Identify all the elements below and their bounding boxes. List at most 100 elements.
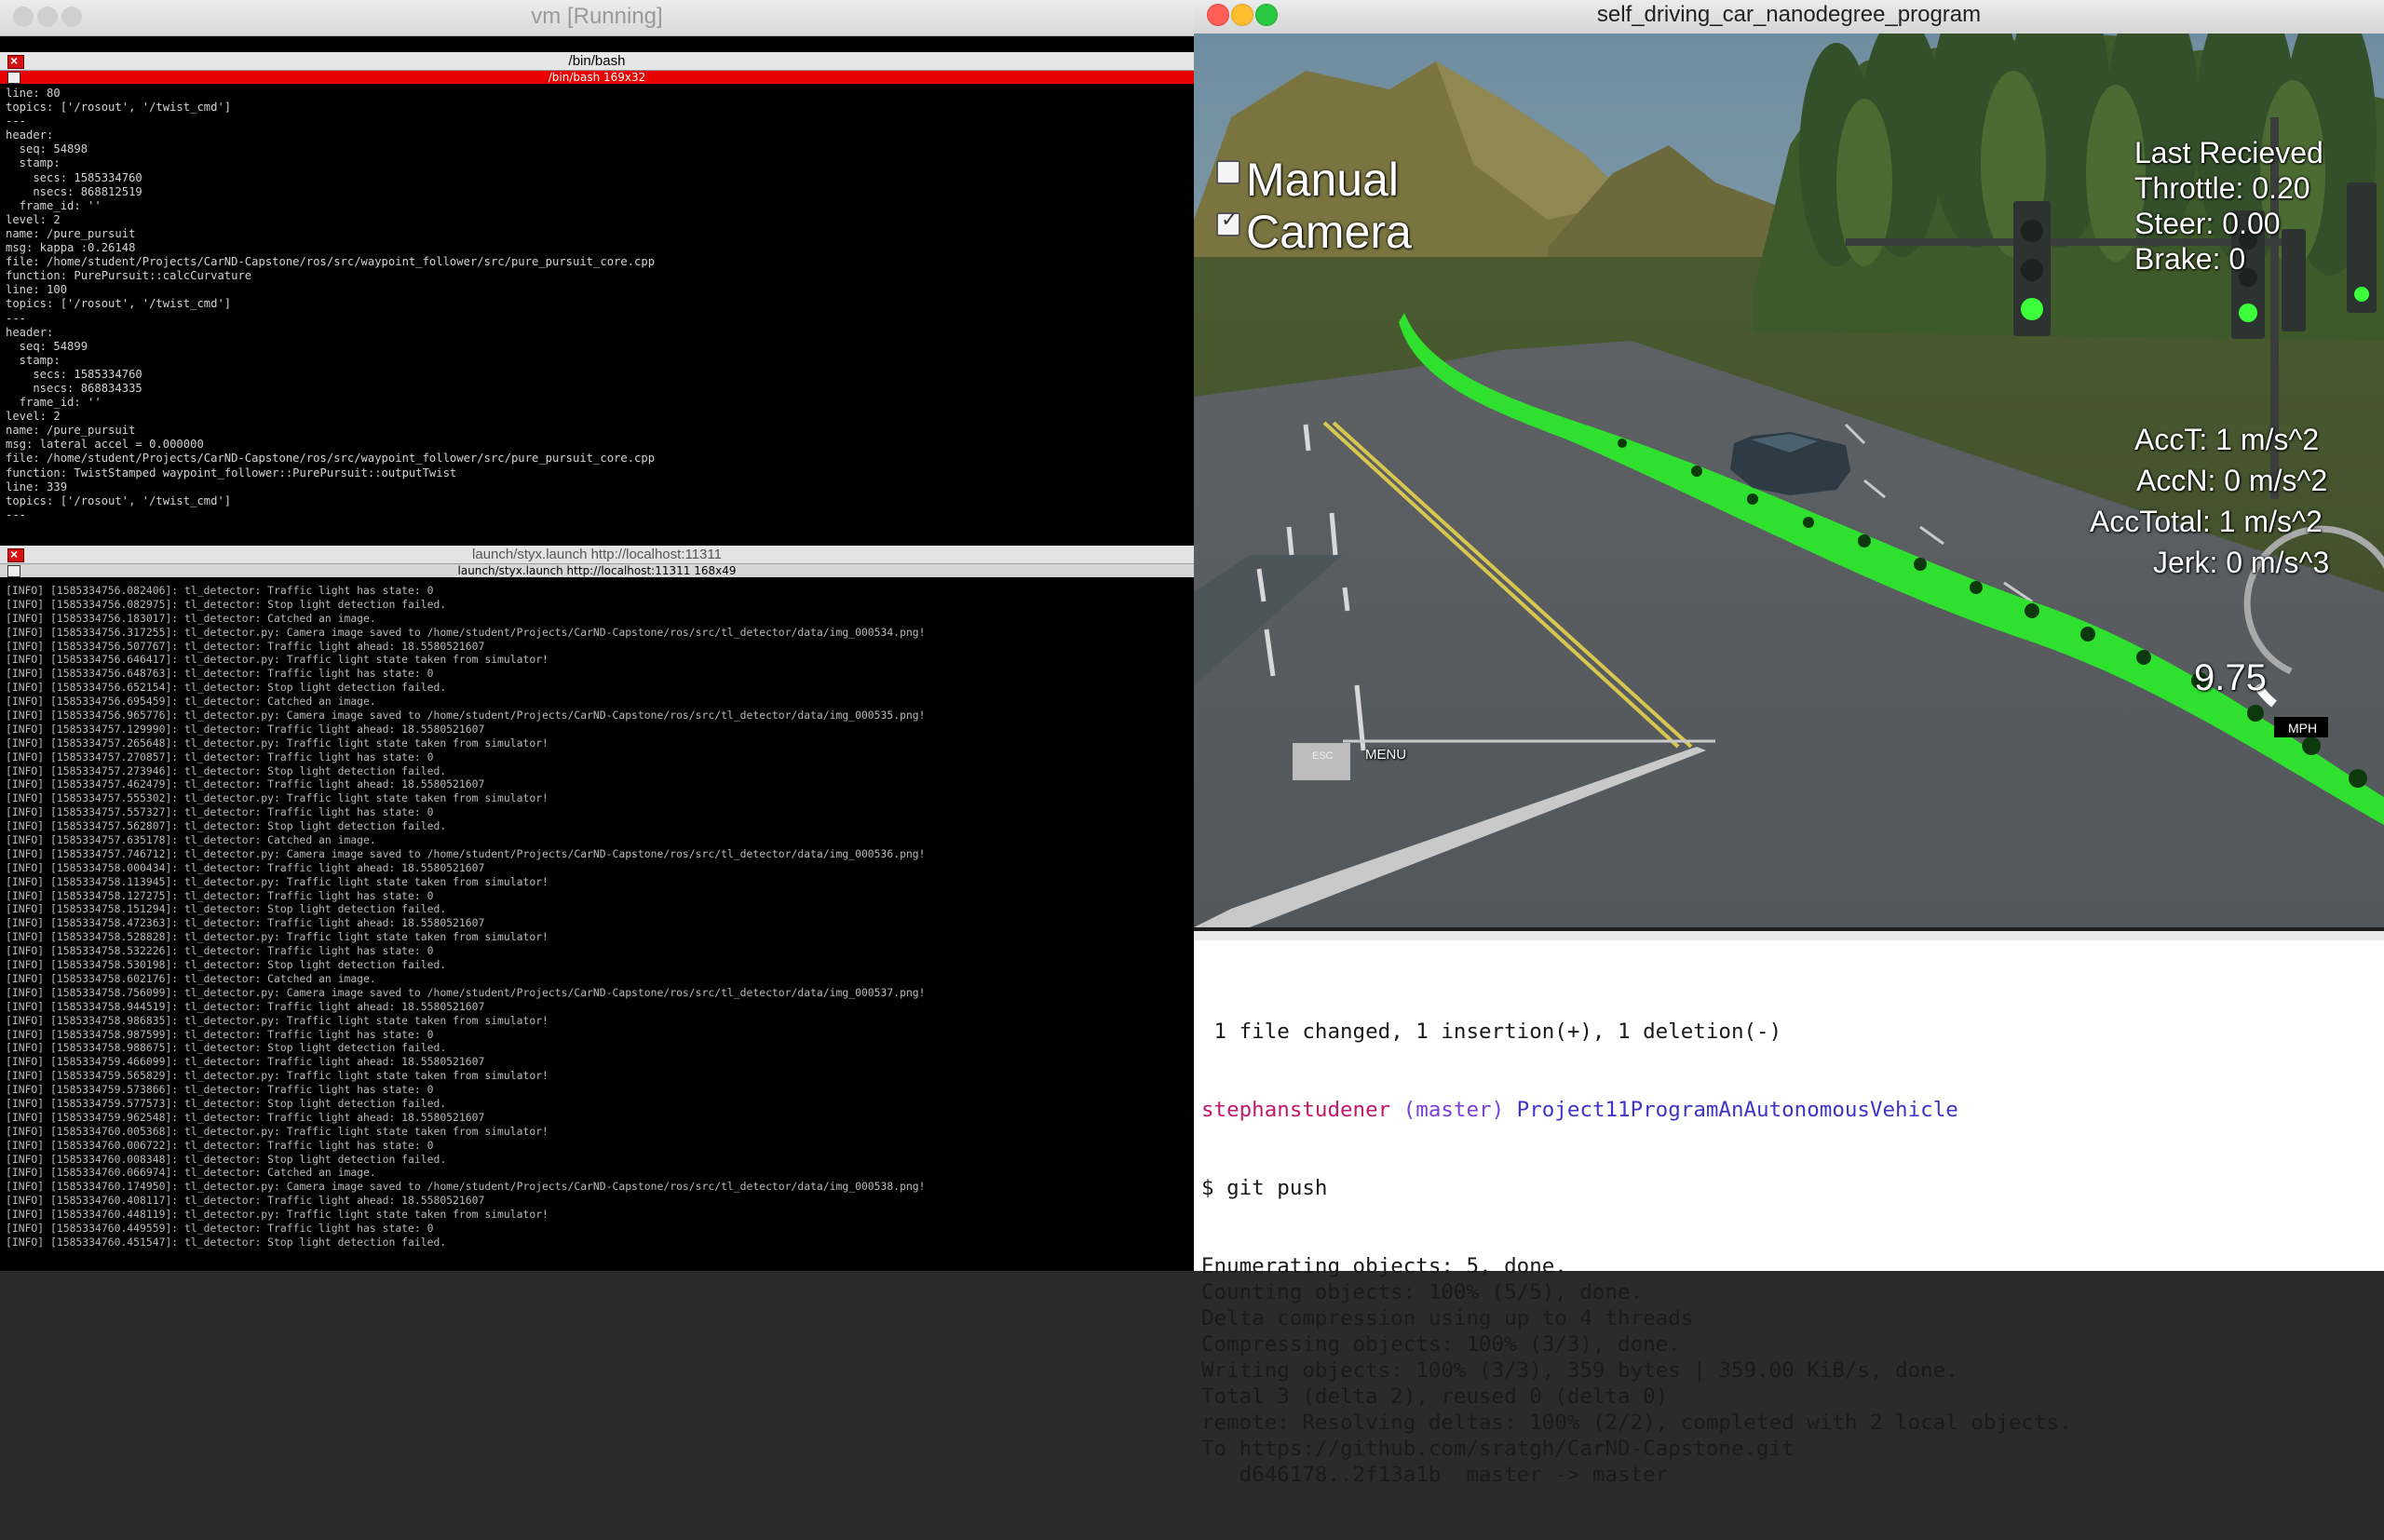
log-line: [INFO] [1585334760.008348]: tl_detector:… bbox=[6, 1152, 447, 1166]
bash-output-line: file: /home/student/Projects/CarND-Capst… bbox=[6, 452, 656, 466]
traffic-light-3 bbox=[2282, 229, 2306, 331]
styx-terminal-subtitle-bar: launch/styx.launch http://localhost:1131… bbox=[0, 564, 1194, 577]
esc-label: ESC bbox=[1312, 750, 1334, 762]
bash-terminal-output[interactable]: line: 80 topics: ['/rosout', '/twist_cmd'… bbox=[0, 87, 1194, 520]
log-line: [INFO] [1585334756.965776]: tl_detector.… bbox=[6, 709, 926, 723]
bash-terminal-close-icon[interactable] bbox=[7, 52, 24, 70]
styx-terminal-titlebar[interactable]: launch/styx.launch http://localhost:1131… bbox=[0, 546, 1194, 564]
bash-terminal-title: /bin/bash bbox=[568, 53, 626, 69]
bash-output-line: stamp: bbox=[6, 156, 61, 170]
commit-summary: 1 file changed, 1 insertion(+), 1 deleti… bbox=[1201, 1020, 1782, 1044]
simulator-window: self_driving_car_nanodegree_program Manu… bbox=[1194, 0, 2384, 931]
log-line: [INFO] [1585334756.082975]: tl_detector:… bbox=[6, 597, 447, 611]
git-output-line: d646178..2f13a1b master -> master bbox=[1201, 1463, 1669, 1487]
prompt-dir: Project11ProgramAnAutonomousVehicle bbox=[1516, 1098, 1958, 1122]
git-output-line: Delta compression using up to 4 threads bbox=[1201, 1306, 1694, 1331]
terminal-gap bbox=[0, 520, 1194, 547]
log-line: [INFO] [1585334756.507767]: tl_detector:… bbox=[6, 639, 485, 653]
log-line: [INFO] [1585334758.986835]: tl_detector.… bbox=[6, 1013, 549, 1027]
git-output-line: remote: Resolving deltas: 100% (2/2), co… bbox=[1201, 1411, 2072, 1435]
bash-output-line: nsecs: 868812519 bbox=[6, 184, 142, 198]
bash-output-line: frame_id: '' bbox=[6, 198, 102, 212]
log-line: [INFO] [1585334759.466099]: tl_detector:… bbox=[6, 1055, 485, 1069]
log-line: [INFO] [1585334757.273946]: tl_detector:… bbox=[6, 763, 447, 777]
speed-unit: MPH bbox=[2288, 721, 2318, 736]
speed-value: 9.75 bbox=[2194, 657, 2267, 698]
vm-titlebar[interactable]: vm [Running] bbox=[0, 0, 1194, 36]
bash-output-line: name: /pure_pursuit bbox=[6, 424, 136, 438]
acctotal-value: AccTotal: 1 m/s^2 bbox=[2090, 505, 2323, 538]
bash-terminal-titlebar[interactable]: /bin/bash bbox=[0, 52, 1194, 71]
git-push-command: $ git push bbox=[1201, 1176, 1328, 1200]
bash-output-line: topics: ['/rosout', '/twist_cmd'] bbox=[6, 297, 232, 311]
log-line: [INFO] [1585334757.555302]: tl_detector.… bbox=[6, 791, 549, 805]
git-output-line: Compressing objects: 100% (3/3), done. bbox=[1201, 1332, 1681, 1357]
push-output: Enumerating objects: 5, done. Counting ob… bbox=[1201, 1253, 2072, 1488]
acct-value: AccT: 1 m/s^2 bbox=[2134, 423, 2320, 456]
terminal-menu-icon[interactable] bbox=[7, 565, 20, 577]
bash-output-line: stamp: bbox=[6, 353, 61, 367]
bash-output-line: header: bbox=[6, 128, 54, 142]
log-line: [INFO] [1585334756.695459]: tl_detector:… bbox=[6, 695, 376, 709]
bash-terminal-subtitle-bar: /bin/bash 169x32 bbox=[0, 71, 1194, 84]
log-line: [INFO] [1585334758.127275]: tl_detector:… bbox=[6, 888, 434, 902]
last-received-label: Last Recieved bbox=[2134, 136, 2323, 169]
log-line: [INFO] [1585334760.005368]: tl_detector.… bbox=[6, 1124, 549, 1138]
bash-output-line: msg: kappa :0.26148 bbox=[6, 241, 136, 255]
bash-output-line: file: /home/student/Projects/CarND-Capst… bbox=[6, 255, 656, 269]
log-line: [INFO] [1585334756.648763]: tl_detector:… bbox=[6, 667, 434, 681]
log-line: [INFO] [1585334757.265648]: tl_detector.… bbox=[6, 736, 549, 750]
styx-terminal-output[interactable]: [INFO] [1585334756.082406]: tl_detector:… bbox=[0, 584, 1194, 1271]
manual-checkbox[interactable] bbox=[1216, 160, 1240, 184]
log-line: [INFO] [1585334760.448119]: tl_detector.… bbox=[6, 1208, 549, 1222]
prompt-branch: (master) bbox=[1402, 1098, 1505, 1122]
check-icon: ✓ bbox=[1221, 209, 1239, 232]
log-line: [INFO] [1585334757.557327]: tl_detector:… bbox=[6, 805, 434, 819]
traffic-light-1 bbox=[2013, 201, 2051, 336]
jerk-value: Jerk: 0 m/s^3 bbox=[2153, 546, 2330, 579]
terminal-tab-remnant bbox=[1194, 931, 2384, 940]
esc-key[interactable] bbox=[1293, 743, 1350, 780]
log-line: [INFO] [1585334756.183017]: tl_detector:… bbox=[6, 611, 376, 625]
styx-terminal-subtitle: launch/styx.launch http://localhost:1131… bbox=[457, 564, 737, 577]
bash-output-line: seq: 54898 bbox=[6, 142, 88, 156]
terminal-menu-icon[interactable] bbox=[7, 72, 20, 84]
git-output: 1 file changed, 1 insertion(+), 1 deleti… bbox=[1201, 966, 2072, 1540]
bash-output-line: frame_id: '' bbox=[6, 396, 102, 410]
bash-output-line: function: TwistStamped waypoint_follower… bbox=[6, 466, 457, 480]
log-line: [INFO] [1585334758.113945]: tl_detector.… bbox=[6, 874, 549, 888]
log-line: [INFO] [1585334759.565829]: tl_detector.… bbox=[6, 1069, 549, 1083]
bash-output-line: header: bbox=[6, 325, 54, 339]
throttle-value: Throttle: 0.20 bbox=[2134, 171, 2310, 205]
bash-output-line: nsecs: 868834335 bbox=[6, 381, 142, 395]
log-line: [INFO] [1585334756.646417]: tl_detector.… bbox=[6, 653, 549, 667]
log-line: [INFO] [1585334757.129990]: tl_detector:… bbox=[6, 722, 485, 736]
log-line: [INFO] [1585334757.562807]: tl_detector:… bbox=[6, 819, 447, 833]
macos-terminal[interactable]: 1 file changed, 1 insertion(+), 1 deleti… bbox=[1194, 931, 2384, 1487]
bash-output-line: secs: 1585334760 bbox=[6, 367, 142, 381]
log-line: [INFO] [1585334757.462479]: tl_detector:… bbox=[6, 777, 485, 791]
log-line: [INFO] [1585334759.577573]: tl_detector:… bbox=[6, 1096, 447, 1110]
styx-terminal-close-icon[interactable] bbox=[7, 546, 24, 563]
vm-window-title: vm [Running] bbox=[531, 4, 663, 29]
log-line: [INFO] [1585334759.573866]: tl_detector:… bbox=[6, 1083, 434, 1097]
log-line: [INFO] [1585334760.006722]: tl_detector:… bbox=[6, 1138, 434, 1152]
log-line: [INFO] [1585334758.528828]: tl_detector.… bbox=[6, 930, 549, 944]
log-line: [INFO] [1585334758.944519]: tl_detector:… bbox=[6, 999, 485, 1013]
log-line: [INFO] [1585334760.066974]: tl_detector:… bbox=[6, 1166, 376, 1180]
log-line: [INFO] [1585334757.746712]: tl_detector.… bbox=[6, 846, 926, 860]
brake-value: Brake: 0 bbox=[2134, 242, 2246, 276]
bash-output-line: topics: ['/rosout', '/twist_cmd'] bbox=[6, 493, 232, 507]
bash-output-line: secs: 1585334760 bbox=[6, 170, 142, 184]
camera-checkbox[interactable]: ✓ bbox=[1216, 209, 1240, 236]
log-line: [INFO] [1585334757.270857]: tl_detector:… bbox=[6, 750, 434, 763]
bash-output-line: --- bbox=[6, 115, 27, 128]
bash-output-line: msg: lateral accel = 0.000000 bbox=[6, 438, 204, 452]
log-line: [INFO] [1585334760.408117]: tl_detector:… bbox=[6, 1194, 485, 1208]
bash-output-line: --- bbox=[6, 311, 27, 325]
log-line: [INFO] [1585334758.532226]: tl_detector:… bbox=[6, 944, 434, 958]
simulator-titlebar[interactable]: self_driving_car_nanodegree_program bbox=[1194, 0, 2384, 34]
menu-label[interactable]: MENU bbox=[1365, 747, 1406, 763]
accn-value: AccN: 0 m/s^2 bbox=[2136, 464, 2328, 497]
simulator-title: self_driving_car_nanodegree_program bbox=[1596, 2, 1982, 27]
